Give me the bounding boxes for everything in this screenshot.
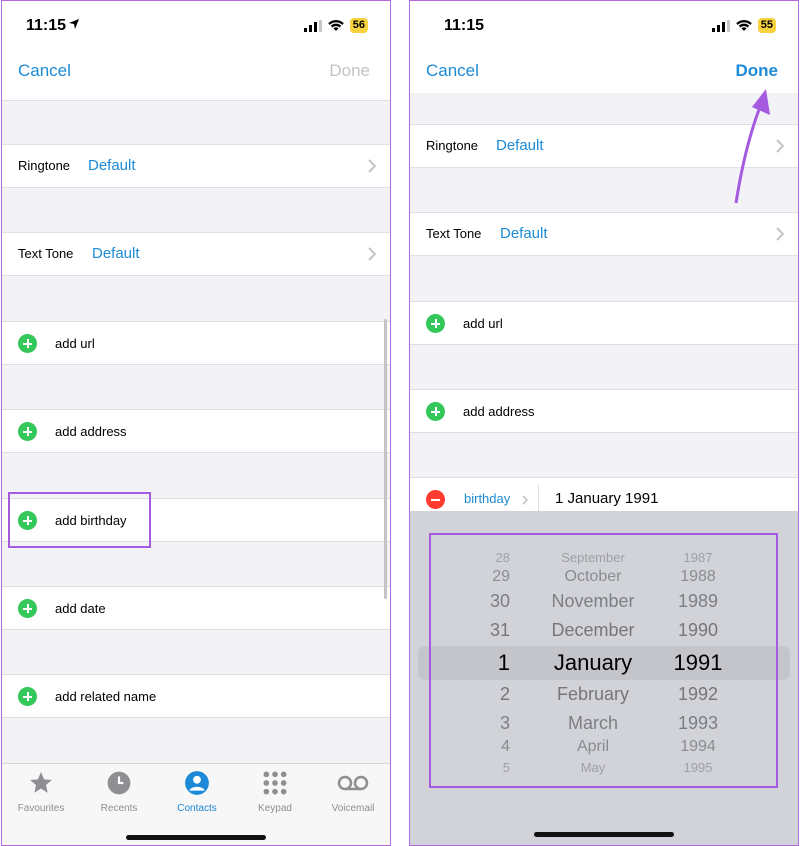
add-circle-icon[interactable] [426, 402, 445, 421]
tab-voicemail-label: Voicemail [331, 803, 375, 814]
text-tone-value: Default [92, 245, 140, 262]
tab-bar: Favourites Recents Contacts Keypad Voice… [2, 763, 390, 845]
chevron-right-icon [776, 227, 784, 241]
chevron-right-icon [522, 495, 528, 505]
chevron-right-icon [368, 247, 376, 261]
text-tone-row[interactable]: Text Tone Default [410, 212, 798, 256]
birthday-value[interactable]: 1 January 1991 [555, 490, 658, 507]
tab-contacts[interactable]: Contacts [158, 770, 236, 814]
add-date-label: add date [55, 601, 106, 616]
battery-icon: 55 [757, 18, 776, 33]
cancel-button[interactable]: Cancel [426, 61, 479, 81]
add-circle-icon[interactable] [18, 687, 37, 706]
add-circle-icon[interactable] [18, 599, 37, 618]
status-bar: 11:15 56 [2, 1, 390, 51]
clock-icon [107, 771, 131, 795]
done-button[interactable]: Done [329, 61, 370, 81]
text-tone-value: Default [500, 225, 548, 242]
add-url-label: add url [55, 336, 95, 351]
add-address-label: add address [55, 424, 127, 439]
previous-row-edge [2, 93, 390, 101]
tab-recents[interactable]: Recents [80, 770, 158, 814]
status-indicators: 55 [711, 18, 776, 33]
arrow-pointer-icon [734, 89, 770, 204]
battery-icon: 56 [349, 18, 368, 33]
ringtone-label: Ringtone [18, 158, 71, 173]
add-related-name-label: add related name [55, 689, 157, 704]
status-indicators: 56 [303, 18, 368, 33]
text-tone-label: Text Tone [18, 246, 74, 261]
chevron-right-icon [368, 159, 376, 173]
cancel-button[interactable]: Cancel [18, 61, 71, 81]
birthday-label[interactable]: birthday [464, 491, 510, 506]
add-url-row[interactable]: add url [2, 321, 390, 365]
tab-voicemail[interactable]: Voicemail [314, 770, 390, 814]
right-phone-screen: 11:15 55 Cancel Done Ringtone Default Te… [409, 0, 799, 846]
ringtone-row[interactable]: Ringtone Default [2, 144, 390, 188]
home-indicator[interactable] [534, 832, 674, 837]
ringtone-value: Default [88, 157, 136, 174]
tab-contacts-label: Contacts [177, 803, 217, 814]
tab-favourites[interactable]: Favourites [2, 770, 80, 814]
keypad-icon [263, 771, 287, 795]
cellular-signal-icon [711, 19, 730, 32]
tab-keypad[interactable]: Keypad [236, 770, 314, 814]
nav-bar: Cancel Done [2, 51, 390, 93]
add-circle-icon[interactable] [18, 422, 37, 441]
status-time: 11:15 [444, 17, 485, 34]
wifi-icon [735, 19, 752, 31]
date-picker-highlight [429, 533, 778, 788]
tab-favourites-label: Favourites [17, 803, 65, 814]
add-circle-icon[interactable] [426, 314, 445, 333]
add-related-name-row[interactable]: add related name [2, 674, 390, 718]
status-bar: 11:15 55 [410, 1, 798, 51]
left-phone-screen: 11:15 56 Cancel Done Ringtone Default Te… [1, 0, 391, 846]
tab-recents-label: Recents [100, 803, 138, 814]
add-url-label: add url [463, 316, 503, 331]
home-indicator[interactable] [126, 835, 266, 840]
wifi-icon [327, 19, 344, 31]
ringtone-value: Default [496, 137, 544, 154]
done-button[interactable]: Done [736, 61, 779, 81]
text-tone-row[interactable]: Text Tone Default [2, 232, 390, 276]
remove-circle-icon[interactable] [426, 490, 445, 509]
cellular-signal-icon [303, 19, 322, 32]
add-date-row[interactable]: add date [2, 586, 390, 630]
status-time: 11:15 [26, 17, 67, 34]
add-url-row[interactable]: add url [410, 301, 798, 345]
add-address-label: add address [463, 404, 535, 419]
voicemail-icon [337, 775, 369, 791]
tab-keypad-label: Keypad [258, 803, 292, 814]
location-arrow-icon [69, 19, 79, 29]
add-address-row[interactable]: add address [2, 409, 390, 453]
star-icon [30, 772, 52, 793]
scrollbar[interactable] [384, 319, 387, 599]
text-tone-label: Text Tone [426, 226, 482, 241]
add-address-row[interactable]: add address [410, 389, 798, 433]
add-circle-icon[interactable] [18, 334, 37, 353]
person-icon [185, 771, 209, 795]
add-birthday-highlight [8, 492, 151, 548]
ringtone-label: Ringtone [426, 138, 479, 153]
